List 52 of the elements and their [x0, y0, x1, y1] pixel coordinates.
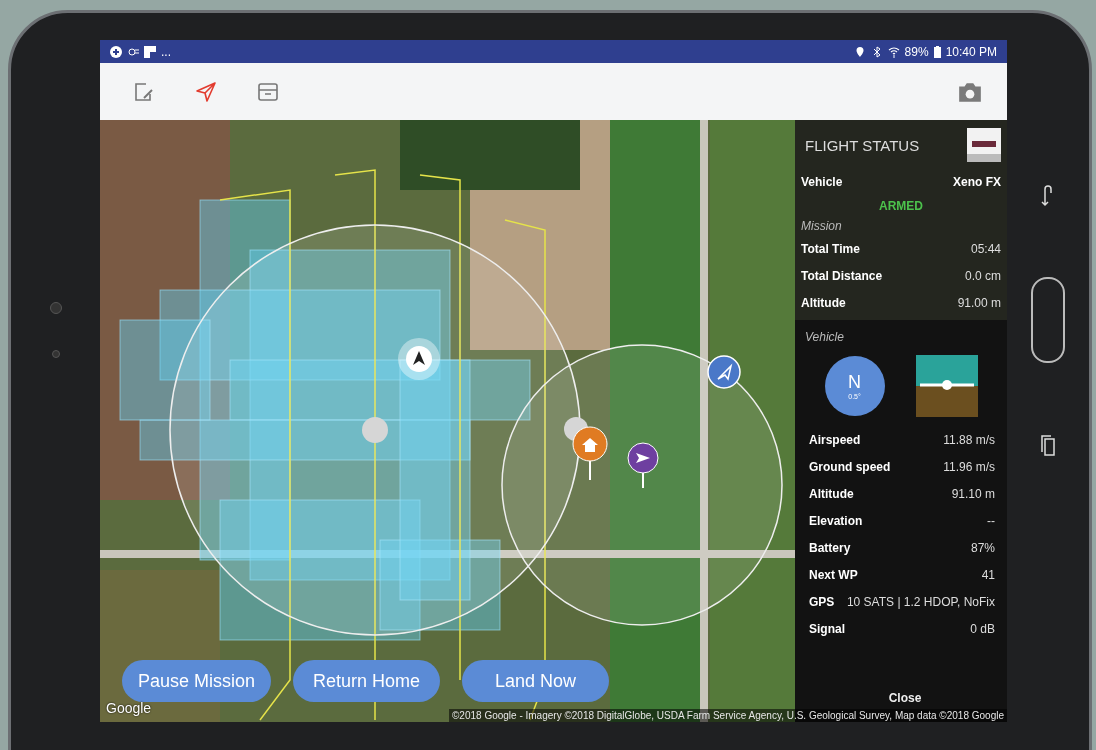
- waypoint-marker-icon[interactable]: [360, 415, 390, 445]
- sensor-icon: [51, 350, 60, 358]
- armed-status: ARMED: [878, 198, 924, 215]
- field-label: Battery: [809, 540, 851, 555]
- attitude-indicator-icon: [915, 355, 978, 417]
- field-value: 87%: [970, 540, 995, 555]
- section-heading: Vehicle: [805, 329, 845, 346]
- mission-action-button[interactable]: Pause Mission: [122, 660, 272, 702]
- field-value: --: [987, 513, 995, 528]
- field-label: Altitude: [801, 295, 846, 310]
- field-label: Altitude: [809, 486, 854, 501]
- wifi-icon: [887, 45, 900, 58]
- mission-action-button[interactable]: Return Home: [293, 660, 441, 702]
- field-value: 0.0 cm: [965, 268, 1001, 283]
- field-value: 0 dB: [970, 621, 995, 636]
- map-attribution: ©2018 Google - Imagery ©2018 DigitalGlobe, USDA Farm Service Agency, U.S. Geological Survey, Map data ©2018 Google: [449, 709, 1007, 722]
- plane-marker-icon[interactable]: [627, 442, 659, 488]
- map-logo: Google: [106, 700, 152, 716]
- field-value: 11.96 m/s: [943, 459, 995, 474]
- mission-action-button[interactable]: Land Now: [462, 660, 610, 702]
- panel-title: FLIGHT STATUS: [805, 136, 920, 154]
- section-heading: Mission: [801, 218, 843, 235]
- field-value: Xeno FX: [953, 174, 1001, 189]
- field-label: Airspeed: [809, 432, 861, 447]
- compass-letter: N: [848, 372, 861, 393]
- clock-time: 10:40 PM: [945, 44, 997, 59]
- field-label: Vehicle: [801, 174, 843, 189]
- field-label: Ground speed: [809, 459, 891, 474]
- battery-percent: 89%: [904, 44, 929, 59]
- field-value: 91.00 m: [957, 295, 1001, 310]
- field-value: 05:44: [970, 241, 1001, 256]
- field-value: 11.88 m/s: [943, 432, 995, 447]
- battery-icon: [933, 45, 941, 58]
- notification-overflow: ...: [161, 44, 171, 59]
- sensor-icon: [49, 302, 62, 314]
- home-key[interactable]: [1031, 277, 1065, 363]
- field-label: Total Distance: [801, 268, 883, 283]
- location-icon: [853, 45, 866, 58]
- plus-icon: [110, 45, 122, 58]
- brand-logo-icon: [967, 128, 1001, 162]
- field-label: Signal: [809, 621, 845, 636]
- field-label: Elevation: [809, 513, 863, 528]
- field-value: 41: [981, 567, 995, 582]
- field-label: Next WP: [809, 567, 858, 582]
- field-value: 10 SATS | 1.2 HDOP, NoFix: [846, 594, 995, 609]
- field-label: Total Time: [801, 241, 860, 256]
- close-button[interactable]: Close: [882, 690, 928, 706]
- drone-position-icon[interactable]: [707, 355, 741, 389]
- recent-apps-key-icon[interactable]: [1040, 433, 1056, 457]
- field-label: GPS: [809, 594, 835, 609]
- home-marker-icon[interactable]: [572, 426, 608, 480]
- field-value: 91.10 m: [951, 486, 995, 501]
